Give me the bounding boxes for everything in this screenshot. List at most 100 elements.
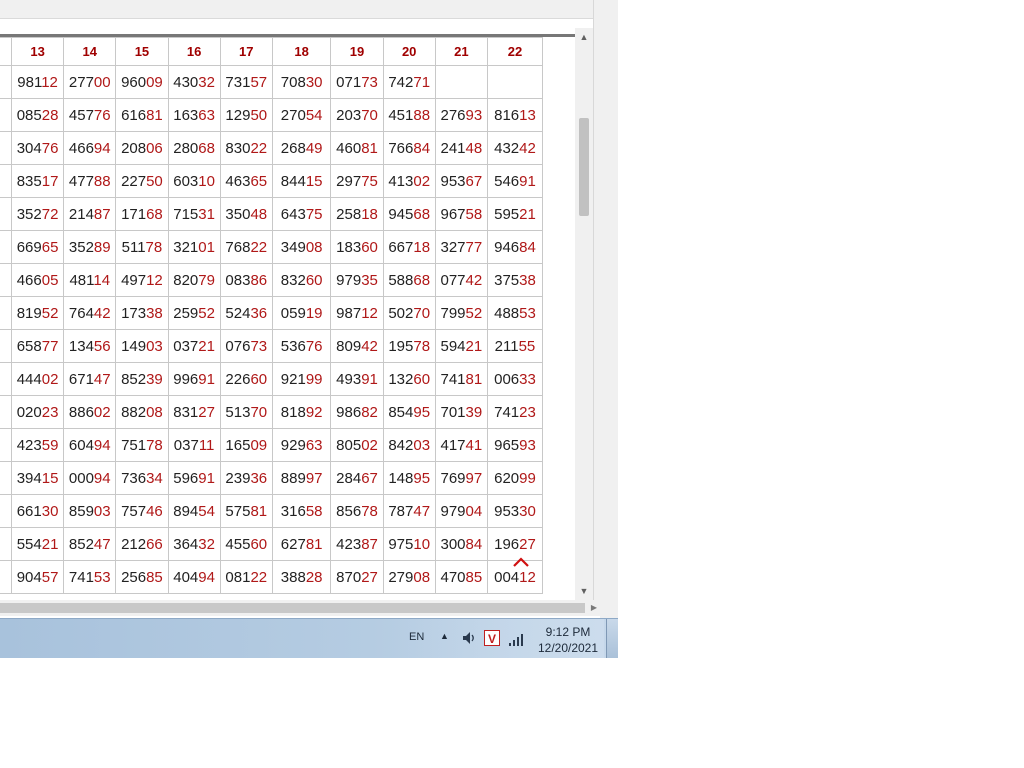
cell-number-tail: 31	[198, 205, 215, 223]
table-cell: 59521	[486, 197, 544, 231]
table-cell: 51178	[115, 230, 169, 264]
table-cell	[0, 560, 12, 594]
cell-number-head: 134	[68, 337, 94, 355]
vertical-scrollbar[interactable]: ▲ ▼	[575, 28, 593, 600]
show-desktop-button[interactable]	[606, 619, 618, 658]
cell-number-head: 671	[68, 370, 94, 388]
table-cell: 57581	[219, 494, 273, 528]
cell-number-head: 497	[121, 271, 147, 289]
cell-number-tail: 84	[413, 139, 431, 157]
cell-number-tail: 21	[198, 337, 215, 355]
cell-number-tail: 47	[93, 370, 111, 388]
table-cell: 32101	[167, 230, 221, 264]
cell-number-head: 004	[494, 568, 520, 586]
table-cell: 46365	[219, 164, 273, 198]
cell-number-tail: 36	[250, 469, 268, 487]
cell-number-head: 268	[280, 139, 306, 157]
table-cell: 53676	[271, 329, 332, 363]
table-cell	[0, 362, 12, 396]
volume-icon[interactable]	[461, 630, 477, 646]
table-cell: 38828	[271, 560, 332, 594]
cell-number-tail: 09	[250, 436, 268, 454]
cell-number-head: 129	[225, 106, 251, 124]
table-row: 66965 35289 51178 32101 76822 34908 18360 66718…	[0, 230, 544, 264]
cell-number-head: 511	[121, 238, 146, 256]
cell-number-head: 830	[225, 139, 251, 157]
tray-expand-icon[interactable]: ▲	[440, 631, 449, 641]
table-cell: 97510	[382, 527, 436, 561]
cell-number-head: 321	[173, 238, 199, 256]
scrollbar-corner	[600, 600, 618, 618]
cell-number-head: 083	[225, 271, 251, 289]
table-cell: 74123	[486, 395, 544, 429]
cell-number-tail: 36	[250, 304, 268, 322]
cell-number-head: 280	[173, 139, 199, 157]
cell-number-head: 173	[121, 304, 147, 322]
cell-number-head: 270	[280, 106, 306, 124]
table-cell: 97935	[330, 263, 384, 297]
scroll-down-arrow-icon[interactable]: ▼	[575, 584, 593, 598]
cell-number-head: 986	[336, 403, 362, 421]
table-cell: 98682	[330, 395, 384, 429]
table-cell: 84415	[271, 164, 332, 198]
cell-number-head: 417	[440, 436, 466, 454]
clock-date: 12/20/2021	[537, 641, 599, 655]
cell-number-head: 037	[173, 436, 199, 454]
cell-number-head: 455	[225, 535, 251, 553]
cell-number-tail: 78	[146, 436, 163, 454]
column-header: 19	[330, 37, 384, 66]
table-cell: 74181	[434, 362, 488, 396]
cell-number-head: 277	[68, 73, 94, 91]
scroll-top-caret-icon[interactable]	[511, 555, 531, 569]
cell-number-tail: 59	[41, 436, 59, 454]
table-cell: 41302	[382, 164, 436, 198]
horizontal-scroll-thumb[interactable]	[0, 603, 585, 613]
cell-number-head: 953	[440, 172, 466, 190]
cell-number-head: 085	[16, 106, 42, 124]
horizontal-scrollbar[interactable]: ▶	[0, 600, 600, 616]
table-cell: 17338	[115, 296, 169, 330]
table-cell: 27693	[434, 98, 488, 132]
table-cell: 87027	[330, 560, 384, 594]
table-cell: 42387	[330, 527, 384, 561]
network-signal-icon[interactable]	[508, 631, 526, 647]
table-cell: 08122	[219, 560, 273, 594]
clock[interactable]: 9:12 PM 12/20/2021	[530, 624, 606, 656]
table-cell: 83517	[10, 164, 65, 198]
cell-number-tail: 60	[250, 535, 268, 553]
language-indicator[interactable]: EN	[409, 631, 424, 643]
v-app-icon[interactable]: V	[484, 630, 500, 646]
cell-number-head: 975	[388, 535, 414, 553]
cell-number-head: 394	[16, 469, 42, 487]
cell-number-tail: 78	[413, 337, 431, 355]
table-cell: 49391	[330, 362, 384, 396]
table-cell: 08528	[10, 98, 65, 132]
cell-number-head: 768	[225, 238, 251, 256]
cell-number-tail: 92	[305, 403, 323, 421]
cell-number-tail: 22	[250, 139, 268, 157]
cell-number-head: 077	[440, 271, 466, 289]
scroll-right-arrow-icon[interactable]: ▶	[588, 600, 600, 616]
table-cell: 83022	[219, 131, 273, 165]
table-cell: 54691	[486, 164, 544, 198]
table-row: 90457 74153 25685 40494 08122 38828 87027 27908…	[0, 560, 544, 594]
table-cell: 21266	[115, 527, 169, 561]
vertical-scroll-thumb[interactable]	[579, 118, 589, 216]
table-cell: 83127	[167, 395, 221, 429]
table-cell: 07673	[219, 329, 273, 363]
cell-number-head: 352	[16, 205, 42, 223]
cell-number-tail: 75	[361, 172, 378, 190]
table-cell: 88997	[271, 461, 332, 495]
table-cell: 49712	[115, 263, 169, 297]
table-cell: 40494	[167, 560, 221, 594]
cell-number-head: 818	[280, 403, 306, 421]
cell-number-tail: 27	[361, 568, 378, 586]
cell-number-head: 350	[225, 205, 251, 223]
cell-number-head: 736	[121, 469, 147, 487]
cell-number-head: 466	[16, 271, 42, 289]
table-cell: 47788	[63, 164, 117, 198]
top-bar	[0, 0, 593, 19]
scroll-up-arrow-icon[interactable]: ▲	[575, 30, 593, 44]
cell-number-head: 946	[494, 238, 520, 256]
table-cell: 70830	[271, 65, 332, 99]
